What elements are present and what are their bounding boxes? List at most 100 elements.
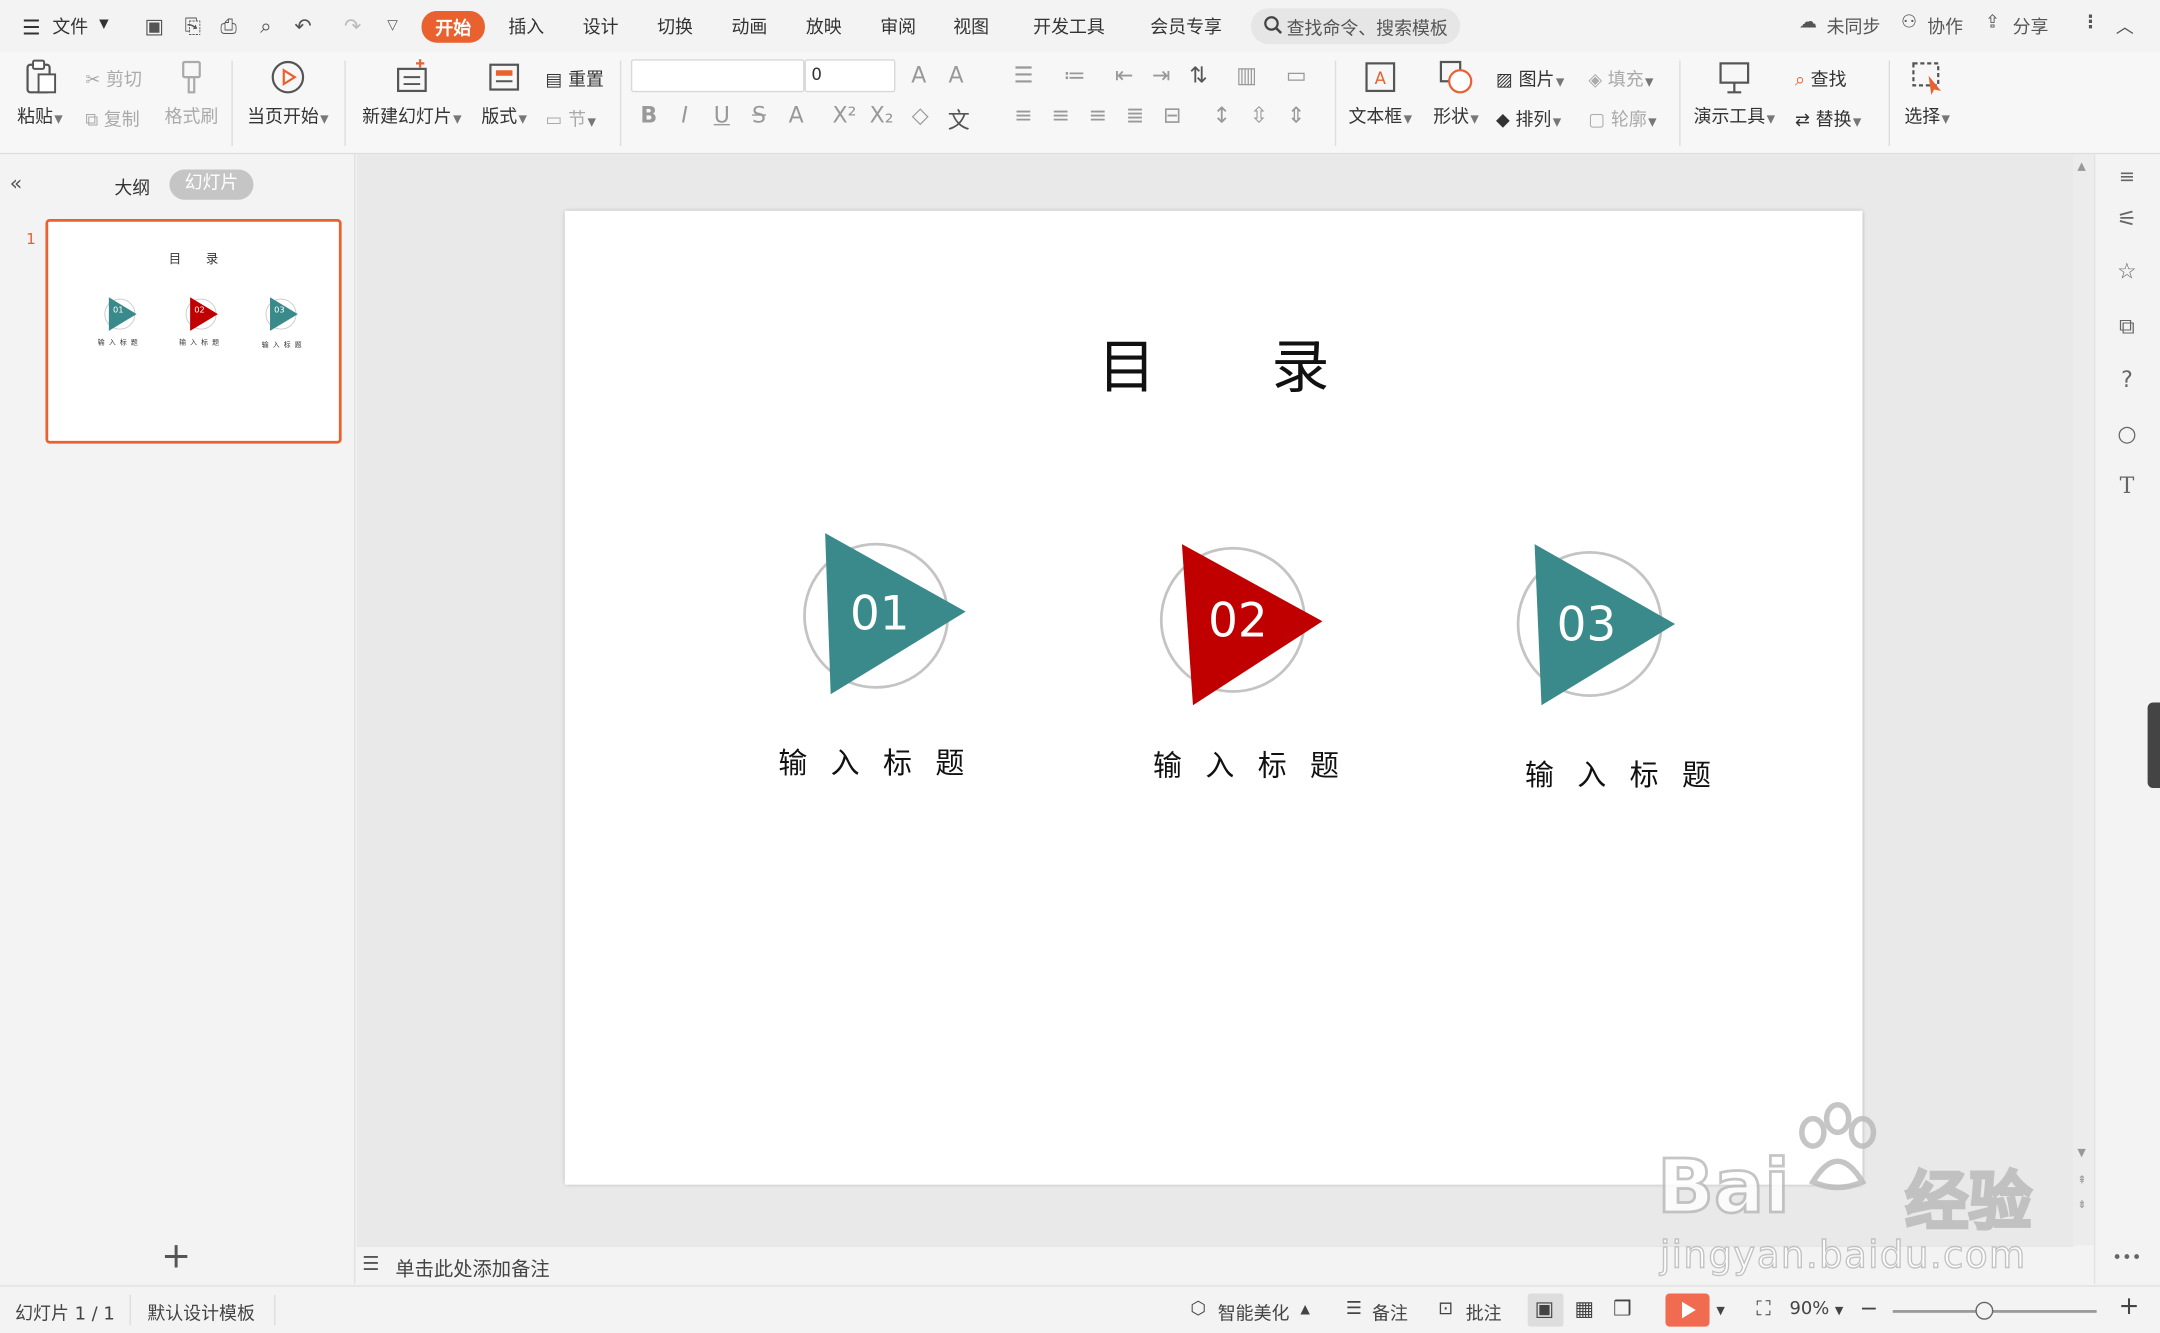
collab-icon[interactable]: ⚇ [1901,12,1917,33]
play-button[interactable] [1665,1293,1710,1327]
presenter-tools-button[interactable]: 演示工具▼ [1692,58,1777,128]
reading-view-icon[interactable]: ❒ [1613,1296,1632,1321]
increase-font-icon[interactable]: A [905,62,933,88]
tab-slideshow[interactable]: 放映 [806,12,842,39]
notes-pane[interactable]: ☰ 单击此处添加备注 [356,1245,2074,1287]
format-painter-button[interactable]: 格式刷 [163,58,221,128]
zoom-in-icon[interactable]: + [2119,1292,2140,1321]
search-input[interactable]: 查找命令、搜索模板 [1250,8,1461,45]
columns-icon[interactable]: ▥ [1233,62,1261,88]
sidebar-menu-icon[interactable]: ≡ [2112,163,2142,193]
tab-outline[interactable]: 大纲 [114,174,150,200]
distribute-icon[interactable]: ⊟ [1159,102,1187,128]
play-from-current-button[interactable]: 当页开始▼ [245,58,330,128]
select-button[interactable]: 选择▼ [1901,58,1953,128]
side-handle[interactable] [2147,702,2160,788]
font-color-icon[interactable]: A [782,102,810,128]
arrange-button[interactable]: ◆ 排列▼ [1496,105,1561,131]
line-spacing-icon[interactable]: ↕ [1208,102,1236,128]
zoom-out-icon[interactable]: − [1860,1295,1878,1321]
indent-icon[interactable]: ⇥ [1148,62,1176,88]
new-slide-button[interactable]: 新建幻灯片▼ [361,58,463,128]
scroll-up-icon[interactable]: ▲ [2077,160,2085,172]
transition-icon[interactable]: ⧉ [2112,311,2142,341]
fit-window-icon[interactable]: ⛶ [1756,1296,1770,1321]
font-name-field[interactable] [630,59,805,93]
play-options-icon[interactable]: ▼ [1716,1305,1724,1317]
strikethrough-icon[interactable]: S [745,102,773,128]
bullet-list-icon[interactable]: ☰ [1010,62,1038,88]
save-icon[interactable]: ▣ [142,14,167,39]
find-button[interactable]: ⌕ 查找 [1795,65,1847,91]
numbered-list-icon[interactable]: ≔ [1061,62,1089,88]
collapse-panel-icon[interactable]: « [10,171,23,196]
toc-item-02-title[interactable]: 输入标题 [1153,744,1362,785]
help-icon[interactable]: ? [2112,365,2142,395]
share-button[interactable]: 分享 [2013,12,2049,39]
scroll-down-icon[interactable]: ▼ [2077,1146,2085,1158]
template-name[interactable]: 默认设计模板 [147,1299,254,1326]
more-icon[interactable]: ⋮ [2081,12,2099,33]
bold-icon[interactable]: B [635,102,663,128]
tab-view[interactable]: 视图 [953,12,989,39]
tab-animation[interactable]: 动画 [731,12,767,39]
textbox-button[interactable]: A 文本框▼ [1347,58,1413,128]
add-slide-icon[interactable]: + [161,1238,191,1274]
comments-toggle[interactable]: 批注 [1466,1299,1502,1326]
collab-button[interactable]: 协作 [1927,12,1963,39]
justify-icon[interactable]: ≣ [1121,102,1149,128]
zoom-slider-thumb[interactable] [1975,1301,1994,1320]
align-center-icon[interactable]: ≡ [1047,102,1075,128]
idea-icon[interactable]: ○ [2112,419,2142,449]
tab-slides[interactable]: 幻灯片 [169,169,254,200]
animation-icon[interactable]: ☆ [2112,256,2142,286]
text-direction-icon[interactable]: ⇅ [1185,62,1213,88]
properties-icon[interactable]: ⚟ [2112,204,2142,234]
export-icon[interactable]: ⎘ [180,14,205,39]
phonetic-icon[interactable]: 文 [945,102,973,135]
align-left-icon[interactable]: ≡ [1010,102,1038,128]
beautify-button[interactable]: 智能美化 [1218,1299,1290,1326]
print-preview-icon[interactable]: ⌕ [253,14,278,39]
reset-button[interactable]: ▤ 重置 [546,65,604,91]
zoom-level[interactable]: 90% [1789,1299,1829,1320]
shape-button[interactable]: 形状▼ [1430,58,1482,128]
section-button[interactable]: ▭ 节▼ [546,105,596,131]
replace-button[interactable]: ⇄ 替换▼ [1795,105,1861,131]
italic-icon[interactable]: I [671,102,699,128]
zoom-slider-track[interactable] [1892,1310,2097,1313]
picture-button[interactable]: ▨ 图片▼ [1496,65,1564,91]
chevron-up-icon[interactable]: ▲ [1300,1303,1310,1317]
customize-toolbar-icon[interactable]: ▽ [380,14,405,39]
align-text-icon[interactable]: ⇕ [1283,102,1311,128]
text-tool-icon[interactable]: T [2112,471,2142,501]
slide-thumbnail[interactable]: 目 录 01 02 03 输入标题 输入标题 输入标题 [45,219,342,444]
hamburger-icon[interactable]: ☰ [22,15,41,40]
undo-icon[interactable]: ↶ [291,14,316,39]
zoom-dropdown-icon[interactable]: ▼ [1835,1305,1843,1317]
collapse-ribbon-icon[interactable]: ︿ [2116,12,2134,39]
layout-button[interactable]: 版式▼ [478,58,530,128]
copy-button[interactable]: ⧉ 复制 [85,105,139,131]
tab-membership[interactable]: 会员专享 [1150,12,1222,39]
fill-button[interactable]: ◈ 填充▼ [1588,65,1653,91]
next-slide-icon[interactable]: ⇟ [2077,1198,2086,1210]
file-menu[interactable]: 文件 [52,12,88,39]
cloud-sync-icon[interactable]: ☁ [1799,12,1817,33]
toc-item-01-title[interactable]: 输入标题 [778,741,987,782]
decrease-font-icon[interactable]: A [942,62,970,88]
notes-toggle[interactable]: 备注 [1372,1299,1408,1326]
print-icon[interactable]: ⎙ [216,14,241,39]
tab-transition[interactable]: 切换 [657,12,693,39]
outdent-icon[interactable]: ⇤ [1110,62,1138,88]
tab-insert[interactable]: 插入 [508,12,544,39]
sync-status[interactable]: 未同步 [1827,12,1881,39]
more-options-icon[interactable]: ••• [2112,1243,2142,1273]
redo-icon[interactable]: ↷ [340,14,365,39]
toc-item-03-title[interactable]: 输入标题 [1525,754,1734,795]
sorter-view-icon[interactable]: ▦ [1575,1296,1595,1321]
outline-button[interactable]: ▢ 轮廓▼ [1588,105,1656,131]
paragraph-spacing-icon[interactable]: ⇳ [1245,102,1273,128]
superscript-icon[interactable]: X² [831,102,859,128]
paste-button[interactable]: 粘贴▼ [14,58,66,128]
